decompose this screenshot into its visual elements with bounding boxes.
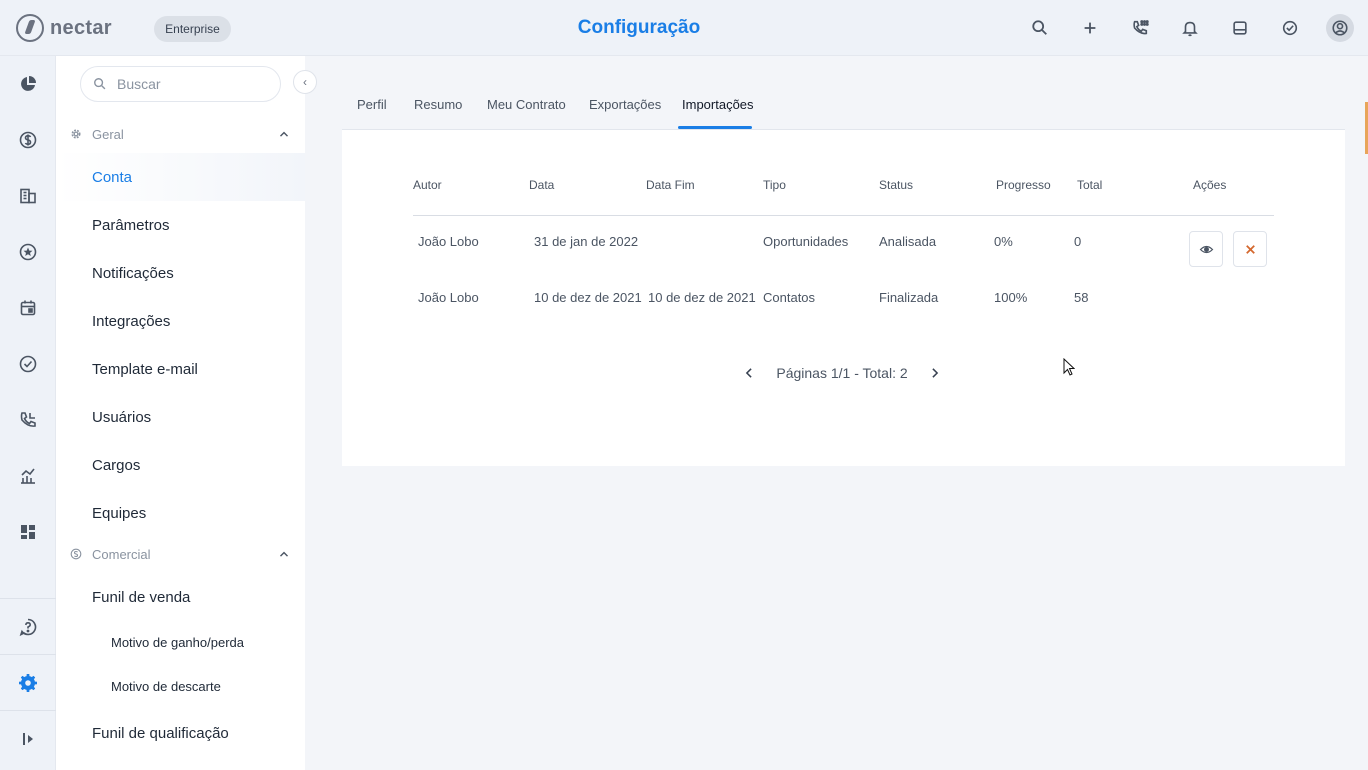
cell-autor: João Lobo — [418, 234, 479, 249]
column-header-status[interactable]: Status — [879, 178, 913, 192]
star-icon[interactable] — [0, 224, 56, 280]
settings-tabs: Perfil Resumo Meu Contrato Exportações I… — [342, 86, 1345, 130]
sidebar-item-parametros[interactable]: Parâmetros — [92, 217, 170, 234]
column-header-progresso[interactable]: Progresso — [996, 178, 1051, 192]
chevron-up-icon — [280, 551, 288, 557]
sidebar-item-motivo-descarte[interactable]: Motivo de descarte — [111, 679, 221, 694]
cell-total: 58 — [1074, 290, 1089, 305]
table-header-divider — [413, 215, 1274, 216]
chevron-left-icon: ‹ — [303, 75, 307, 89]
top-bar: nectar Enterprise Configuração — [0, 0, 1368, 56]
section-title: Comercial — [92, 546, 151, 562]
section-comercial[interactable]: Comercial — [70, 543, 291, 565]
top-actions — [1004, 14, 1354, 42]
column-header-data[interactable]: Data — [529, 178, 554, 192]
sidebar-item-notificacoes[interactable]: Notificações — [92, 265, 174, 282]
cell-data: 31 de jan de 2022 — [534, 234, 639, 249]
imports-card: Autor Data Data Fim Tipo Status Progress… — [342, 130, 1345, 466]
sidebar-item-equipes[interactable]: Equipes — [92, 505, 146, 522]
left-rail — [0, 56, 56, 770]
sidebar-item-motivo-ganho-perda[interactable]: Motivo de ganho/perda — [111, 635, 244, 650]
sidebar-item-funil-de-venda[interactable]: Funil de venda — [92, 589, 190, 606]
sidebar-item-cargos[interactable]: Cargos — [92, 457, 140, 474]
sidebar-item-funil-de-qualificacao[interactable]: Funil de qualificação — [92, 725, 229, 742]
expand-icon[interactable] — [0, 711, 56, 767]
active-tab-indicator — [678, 126, 752, 129]
pagination-text: Páginas 1/1 - Total: 2 — [776, 365, 908, 381]
settings-icon[interactable] — [0, 655, 56, 711]
phone-icon[interactable] — [0, 392, 56, 448]
inbox-icon[interactable] — [1226, 14, 1254, 42]
settings-sidebar: ‹ Geral Conta Parâmetros Notificações In… — [56, 56, 317, 770]
delete-button[interactable] — [1233, 231, 1267, 267]
column-header-data-fim[interactable]: Data Fim — [646, 178, 695, 192]
dollar-icon[interactable] — [0, 112, 56, 168]
prev-page-button[interactable] — [742, 366, 756, 380]
cell-data: 10 de dez de 2021 — [534, 290, 642, 305]
search-icon — [94, 78, 106, 90]
pie-chart-icon[interactable] — [0, 56, 56, 112]
search-input[interactable] — [117, 76, 267, 92]
tab-perfil[interactable]: Perfil — [357, 97, 387, 112]
user-avatar-icon[interactable] — [1326, 14, 1354, 42]
cell-progresso: 100% — [994, 290, 1028, 305]
sidebar-item-usuarios[interactable]: Usuários — [92, 409, 151, 426]
calendar-icon[interactable] — [0, 280, 56, 336]
phone-dialpad-icon[interactable] — [1126, 14, 1154, 42]
section-title: Geral — [92, 126, 124, 142]
chevron-up-icon — [280, 131, 288, 137]
column-header-tipo[interactable]: Tipo — [763, 178, 786, 192]
cell-tipo: Oportunidades — [763, 234, 849, 249]
cell-tipo: Contatos — [763, 290, 816, 305]
mouse-cursor-icon — [1063, 358, 1075, 376]
dollar-icon — [70, 548, 82, 560]
gear-icon — [71, 129, 81, 139]
cell-total: 0 — [1074, 234, 1082, 249]
tab-meu-contrato[interactable]: Meu Contrato — [487, 97, 566, 112]
close-icon — [1245, 244, 1255, 254]
cell-status: Analisada — [879, 234, 937, 249]
avatar — [1326, 14, 1354, 42]
eye-icon — [1199, 245, 1213, 253]
chevron-right-icon — [932, 368, 939, 378]
search-icon[interactable] — [1026, 14, 1054, 42]
cell-data-fim: 10 de dez de 2021 — [648, 290, 756, 305]
view-button[interactable] — [1189, 231, 1223, 267]
tab-exportacoes[interactable]: Exportações — [589, 97, 661, 112]
column-header-total[interactable]: Total — [1077, 178, 1102, 192]
bell-icon[interactable] — [1176, 14, 1204, 42]
sidebar-item-conta[interactable]: Conta — [92, 169, 132, 186]
building-icon[interactable] — [0, 168, 56, 224]
plus-icon[interactable] — [1076, 14, 1104, 42]
dashboard-icon[interactable] — [0, 504, 56, 560]
sidebar-search — [80, 66, 281, 102]
column-header-autor[interactable]: Autor — [413, 178, 442, 192]
pagination: Páginas 1/1 - Total: 2 — [742, 363, 942, 383]
check-circle-icon[interactable] — [0, 336, 56, 392]
check-circle-icon[interactable] — [1276, 14, 1304, 42]
tab-importacoes[interactable]: Importações — [682, 97, 754, 112]
cell-status: Finalizada — [879, 290, 939, 305]
chevron-left-icon — [745, 368, 752, 378]
collapse-sidebar-button[interactable]: ‹ — [293, 70, 317, 94]
help-icon[interactable] — [0, 599, 56, 655]
analytics-icon[interactable] — [0, 448, 56, 504]
cell-autor: João Lobo — [418, 290, 479, 305]
cell-progresso: 0% — [994, 234, 1013, 249]
sidebar-item-template-email[interactable]: Template e-mail — [92, 361, 198, 378]
sidebar-item-integracoes[interactable]: Integrações — [92, 313, 170, 330]
next-page-button[interactable] — [928, 366, 942, 380]
section-geral[interactable]: Geral — [70, 123, 291, 145]
tab-resumo[interactable]: Resumo — [414, 97, 462, 112]
column-header-acoes: Ações — [1193, 178, 1227, 192]
